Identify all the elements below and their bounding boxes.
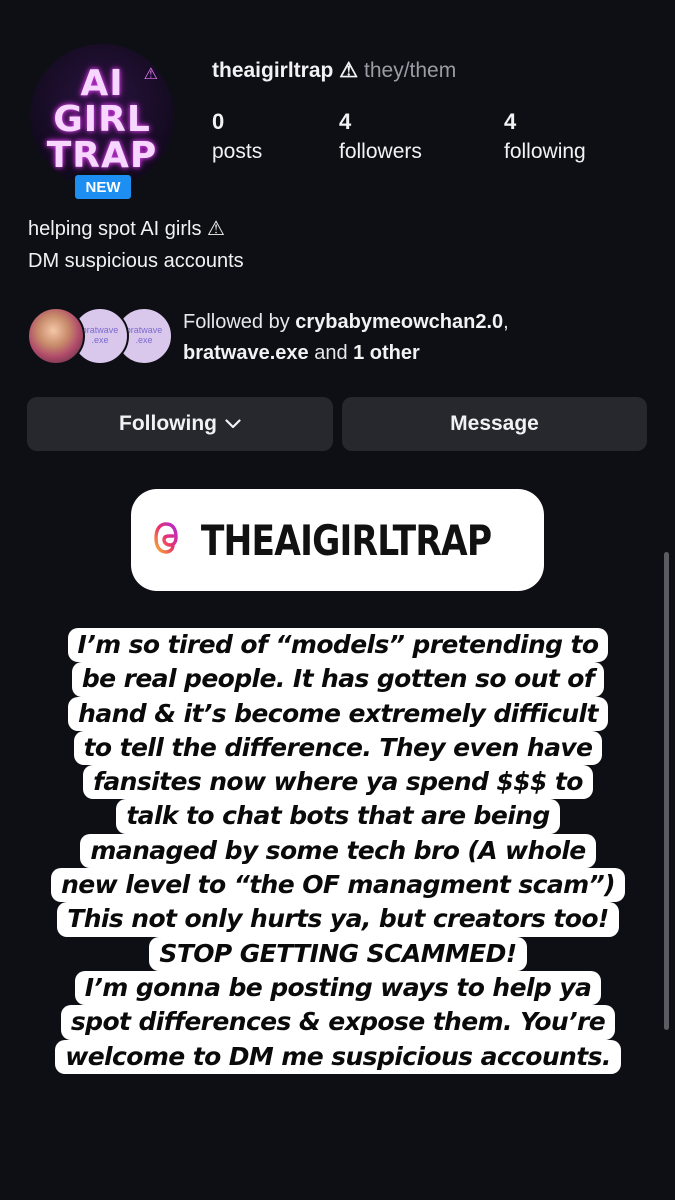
stat-posts-count: 0 xyxy=(212,109,225,134)
story-handle-sticker[interactable]: THEAIGIRLTRAP xyxy=(131,489,544,591)
story-caption: I’m so tired of “models” pretending to b… xyxy=(18,628,658,1074)
mutual-name-1[interactable]: crybabymeowchan2.0 xyxy=(295,311,503,333)
caption-line: talk to chat bots that are being xyxy=(116,799,560,834)
caption-line: be real people. It has gotten so out of xyxy=(71,662,605,697)
new-badge: NEW xyxy=(73,173,133,201)
stat-posts-label: posts xyxy=(212,140,263,163)
message-button-label: Message xyxy=(450,412,539,435)
avatar-logo-line-2: GIRL xyxy=(53,99,151,140)
followed-by-prefix: Followed by xyxy=(183,311,296,333)
caption-line: This not only hurts ya, but creators too… xyxy=(57,902,619,937)
mutual-avatar-1 xyxy=(27,307,85,365)
followed-by-and: and xyxy=(308,342,354,364)
stat-following-count: 4 xyxy=(504,109,517,134)
caption-line: I’m so tired of “models” pretending to xyxy=(67,628,609,663)
bio-line-1: helping spot AI girls ⚠ xyxy=(28,218,225,240)
stat-posts[interactable]: 0 posts xyxy=(212,108,262,168)
stat-following-label: following xyxy=(504,140,586,163)
chevron-down-icon xyxy=(225,419,241,429)
story-handle-text: THEAIGIRLTRAP xyxy=(201,515,492,565)
caption-line: I’m gonna be posting ways to help ya xyxy=(74,970,602,1006)
caption-line: to tell the difference. They even have xyxy=(73,730,603,766)
profile-avatar[interactable]: ⚠ AI GIRL TRAP xyxy=(30,44,174,188)
caption-line: hand & it’s become extremely difficult xyxy=(68,696,608,731)
caption-line: STOP GETTING SCAMMED! xyxy=(149,936,527,971)
caption-line: welcome to DM me suspicious accounts. xyxy=(55,1039,621,1074)
followed-by-avatars[interactable]: bratwave .exe bratwave .exe xyxy=(27,307,173,365)
caption-line: new level to “the OF managment scam”) xyxy=(51,868,625,903)
mutual-name-2[interactable]: bratwave.exe xyxy=(183,342,309,364)
profile-bio: helping spot AI girls ⚠ DM suspicious ac… xyxy=(28,213,244,277)
stat-followers-label: followers xyxy=(339,140,422,163)
pronouns: they/them xyxy=(364,59,457,82)
stat-following[interactable]: 4 following xyxy=(504,108,586,168)
followed-by-text[interactable]: Followed by crybabymeowchan2.0, bratwave.… xyxy=(183,307,603,369)
following-button[interactable]: Following xyxy=(27,397,333,451)
followed-by-sep: , xyxy=(503,311,509,333)
avatar-logo-line-1: AI xyxy=(80,63,124,104)
username-row: theaigirltrap ⚠ they/them xyxy=(212,58,456,83)
avatar-logo-line-3: TRAP xyxy=(46,135,158,176)
threads-icon xyxy=(151,521,181,560)
caption-line: managed by some tech bro (A whole xyxy=(80,833,596,869)
caption-line: fansites now where ya spend $$$ to xyxy=(83,765,593,800)
bio-line-2: DM suspicious accounts xyxy=(28,250,244,272)
username[interactable]: theaigirltrap ⚠ xyxy=(212,59,358,82)
message-button[interactable]: Message xyxy=(342,397,647,451)
mutual-other[interactable]: 1 other xyxy=(353,342,420,364)
caption-line: spot differences & expose them. You’re xyxy=(60,1005,616,1040)
stat-followers-count: 4 xyxy=(339,109,352,134)
following-button-label: Following xyxy=(119,412,217,435)
stat-followers[interactable]: 4 followers xyxy=(339,108,422,168)
scrollbar[interactable] xyxy=(664,552,669,1030)
